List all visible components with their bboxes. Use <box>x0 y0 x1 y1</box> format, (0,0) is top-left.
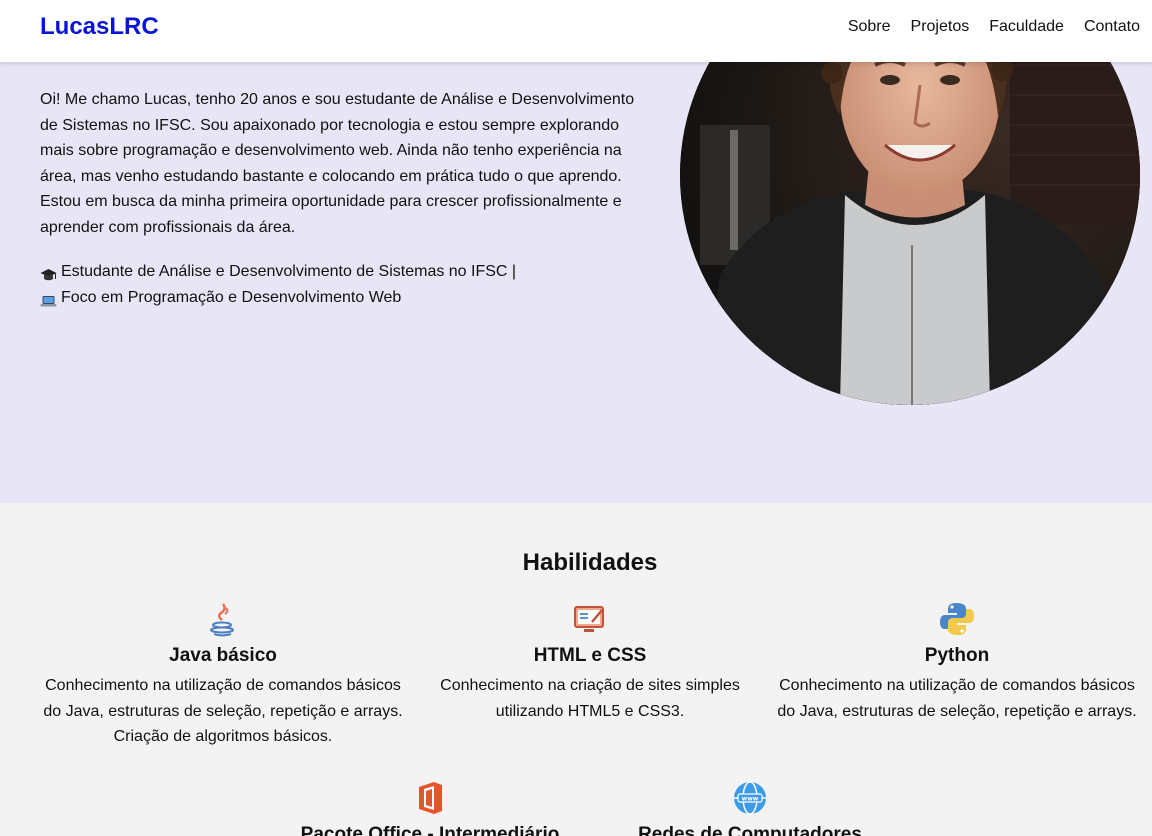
tag-focus-text: Foco em Programação e Desenvolvimento We… <box>61 289 402 306</box>
skill-card-office: Pacote Office - Intermediário <box>280 780 580 836</box>
site-logo[interactable]: LucasLRC <box>40 13 159 41</box>
intro-paragraph: Oi! Me chamo Lucas, tenho 20 anos e sou … <box>40 91 635 236</box>
hero-tags: Estudante de Análise e Desenvolvimento d… <box>40 259 645 311</box>
laptop-icon <box>40 291 57 307</box>
skill-desc-java: Conhecimento na utilização de comandos b… <box>43 677 403 746</box>
nav-faculdade-link[interactable]: Faculdade <box>989 18 1064 36</box>
nav-projetos-link[interactable]: Projetos <box>911 18 970 36</box>
skill-card-java: Java básico Conhecimento na utilização d… <box>38 601 408 750</box>
skill-title-java: Java básico <box>169 645 277 666</box>
skill-desc-python: Conhecimento na utilização de comandos b… <box>777 677 1137 720</box>
java-icon <box>205 601 241 637</box>
skills-title: Habilidades <box>522 549 658 576</box>
skill-title-network: Redes de Computadores <box>638 824 862 836</box>
office-icon <box>412 780 448 816</box>
skill-title-office: Pacote Office - Intermediário <box>300 824 560 836</box>
html-css-icon <box>572 601 608 637</box>
skill-card-html-css: HTML e CSS Conhecimento na criação de si… <box>430 601 750 724</box>
python-icon <box>939 601 975 637</box>
tag-student: Estudante de Análise e Desenvolvimento d… <box>40 259 645 285</box>
nav-sobre-link[interactable]: Sobre <box>848 18 891 36</box>
tag-student-text: Estudante de Análise e Desenvolvimento d… <box>61 263 517 280</box>
nav-contato-link[interactable]: Contato <box>1084 18 1140 36</box>
skill-desc-html-css: Conhecimento na criação de sites simples… <box>440 677 740 720</box>
main-nav: Sobre Projetos Faculdade Contato <box>848 18 1140 36</box>
top-navbar: LucasLRC Sobre Projetos Faculdade Contat… <box>0 0 1152 62</box>
skill-title-html-css: HTML e CSS <box>533 645 647 666</box>
network-icon: www <box>732 780 768 816</box>
skill-title-python: Python <box>924 645 990 666</box>
tag-focus: Foco em Programação e Desenvolvimento We… <box>40 285 645 311</box>
svg-text:www: www <box>742 796 759 803</box>
graduation-cap-icon <box>40 265 57 281</box>
skill-card-network: www Redes de Computadores <box>600 780 900 836</box>
skill-card-python: Python Conhecimento na utilização de com… <box>772 601 1142 724</box>
skills-section: Habilidades Java básico Conhecimento na … <box>0 503 1152 836</box>
